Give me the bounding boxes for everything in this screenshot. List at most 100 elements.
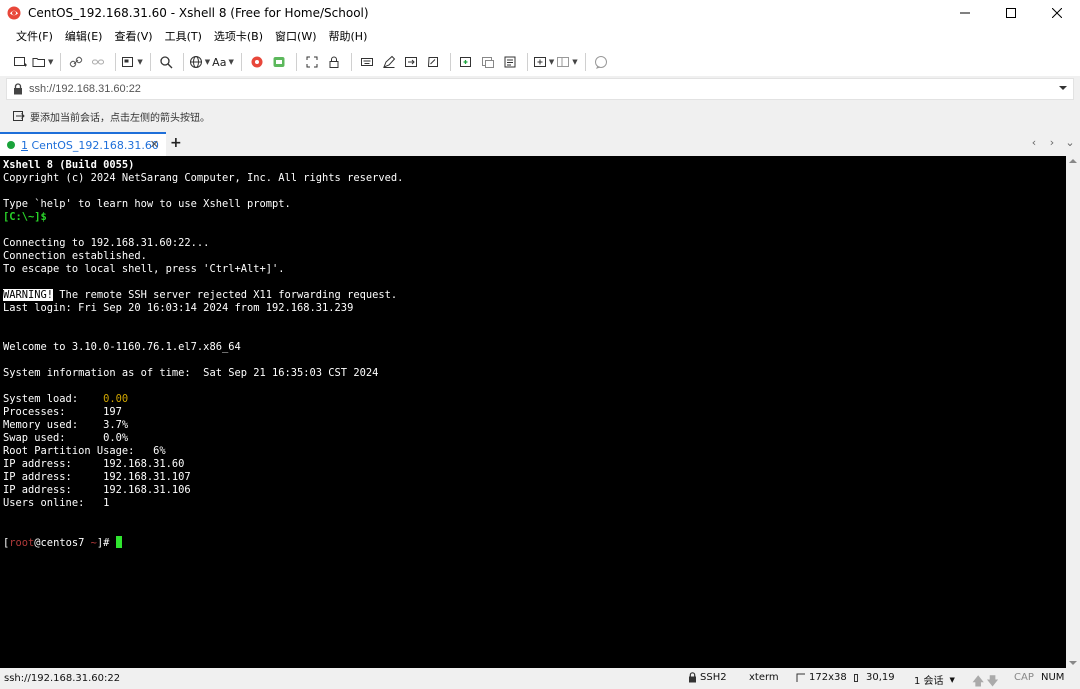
fullscreen-button[interactable] bbox=[302, 51, 322, 73]
menu-edit[interactable]: 编辑(E) bbox=[59, 26, 109, 48]
xftp-button[interactable] bbox=[269, 51, 289, 73]
transfer-button[interactable] bbox=[401, 51, 421, 73]
compose-button[interactable] bbox=[379, 51, 399, 73]
toolbar-separator bbox=[449, 53, 451, 71]
menu-window[interactable]: 窗口(W) bbox=[269, 26, 322, 48]
tab-index: 1 bbox=[21, 138, 28, 152]
add-folder-button[interactable]: ▼ bbox=[533, 51, 554, 73]
tab-list-dropdown-icon[interactable]: ⌄ bbox=[1064, 136, 1076, 149]
hint-text: 要添加当前会话，点击左侧的箭头按钮。 bbox=[30, 112, 210, 124]
folder-icon bbox=[32, 58, 45, 67]
connect-button[interactable] bbox=[66, 51, 86, 73]
script-button[interactable] bbox=[423, 51, 443, 73]
tab-label: 1 CentOS_192.168.31.60 bbox=[21, 139, 159, 152]
font-label: Aa bbox=[212, 55, 227, 69]
local-prompt: [C:\~]$ bbox=[3, 211, 47, 223]
keyboard-button[interactable] bbox=[357, 51, 377, 73]
connected-status-icon bbox=[7, 141, 15, 149]
script-icon bbox=[427, 57, 438, 67]
transfer-icon bbox=[404, 57, 417, 67]
log-button[interactable] bbox=[500, 51, 520, 73]
resize-icon bbox=[796, 673, 805, 682]
status-size-item: 172x38 bbox=[796, 672, 847, 683]
system-load-label: System load: bbox=[3, 393, 104, 405]
menu-tools[interactable]: 工具(T) bbox=[159, 26, 208, 48]
terminal-line: Memory used: 3.7% bbox=[3, 419, 129, 431]
find-button[interactable] bbox=[156, 51, 176, 73]
add-session-arrow-icon[interactable] bbox=[12, 109, 26, 123]
chat-icon bbox=[594, 56, 607, 69]
terminal-scrollbar[interactable] bbox=[1066, 156, 1080, 668]
help-button[interactable] bbox=[591, 51, 611, 73]
scroll-down-icon[interactable] bbox=[1069, 660, 1077, 666]
download-arrow-icon[interactable]: 🡇 bbox=[986, 672, 998, 689]
layout-button[interactable]: ▼ bbox=[556, 51, 578, 73]
terminal-output[interactable]: Xshell 8 (Build 0055) Copyright (c) 2024 … bbox=[0, 156, 1066, 668]
status-sessions-item: 1 会话 ▼ bbox=[914, 672, 955, 688]
status-connection: ssh://192.168.31.60:22 bbox=[4, 673, 121, 684]
terminal-line: Root Partition Usage: 6% bbox=[3, 445, 166, 457]
status-protocol-item: SSH2 bbox=[688, 672, 727, 683]
log-icon bbox=[504, 56, 516, 68]
toolbar: ▼ ▼ ▼ Aa ▼ ▼ ▼ bbox=[0, 48, 1080, 76]
tab-scroll-left-icon[interactable]: ‹ bbox=[1028, 136, 1040, 149]
tab-title: CentOS_192.168.31.60 bbox=[31, 138, 159, 152]
status-num-item: NUM bbox=[1041, 672, 1064, 683]
status-num: NUM bbox=[1041, 672, 1065, 683]
status-sessions: 1 会话 bbox=[914, 676, 944, 687]
prompt-host: @centos7 bbox=[34, 537, 91, 549]
terminal-line: IP address: 192.168.31.107 bbox=[3, 471, 191, 483]
status-cursor-pos: 30,19 bbox=[866, 672, 895, 683]
add-icon bbox=[533, 57, 546, 67]
toolbar-separator bbox=[584, 53, 586, 71]
encoding-button[interactable]: ▼ bbox=[189, 51, 210, 73]
font-button[interactable]: Aa ▼ bbox=[212, 51, 234, 73]
tab-centos-session[interactable]: 1 CentOS_192.168.31.60 ✕ bbox=[0, 132, 166, 156]
close-window-button[interactable] bbox=[1034, 0, 1080, 26]
duplicate-tab-button[interactable] bbox=[478, 51, 498, 73]
maximize-button[interactable] bbox=[988, 0, 1034, 26]
link-icon bbox=[70, 56, 83, 68]
chevron-down-icon[interactable] bbox=[1059, 85, 1067, 91]
dropdown-caret-icon: ▼ bbox=[137, 58, 143, 66]
add-tab-button[interactable]: + bbox=[170, 135, 182, 151]
sessions-dropdown-icon[interactable]: ▼ bbox=[950, 676, 955, 684]
menu-file[interactable]: 文件(F) bbox=[10, 26, 59, 48]
new-session-button[interactable] bbox=[10, 51, 30, 73]
open-session-button[interactable]: ▼ bbox=[32, 51, 53, 73]
status-caps-item: CAP bbox=[1014, 672, 1034, 683]
layout-icon bbox=[557, 57, 570, 67]
xftp-logo-icon bbox=[273, 57, 285, 67]
new-tab-button[interactable] bbox=[456, 51, 476, 73]
menu-tabs[interactable]: 选项卡(B) bbox=[208, 26, 269, 48]
lock-button[interactable] bbox=[324, 51, 344, 73]
scroll-up-icon[interactable] bbox=[1069, 158, 1077, 164]
menu-view[interactable]: 查看(V) bbox=[108, 26, 158, 48]
status-bar: ssh://192.168.31.60:22 SSH2 xterm 172x38… bbox=[0, 668, 1080, 689]
address-bar bbox=[6, 78, 1074, 100]
upload-arrow-icon[interactable]: 🡅 bbox=[972, 672, 984, 689]
dropdown-caret-icon: ▼ bbox=[228, 58, 234, 66]
tab-close-icon[interactable]: ✕ bbox=[150, 138, 159, 151]
terminal-line: Last login: Fri Sep 20 16:03:14 2024 fro… bbox=[3, 302, 354, 314]
warning-badge: WARNING! bbox=[3, 289, 54, 301]
dropdown-caret-icon: ▼ bbox=[48, 58, 54, 66]
terminal-line: To escape to local shell, press 'Ctrl+Al… bbox=[3, 263, 285, 275]
address-input[interactable] bbox=[29, 79, 1029, 99]
terminal-line: Copyright (c) 2024 NetSarang Computer, I… bbox=[3, 172, 404, 184]
xshell-logo-icon bbox=[7, 6, 21, 20]
reconnect-button[interactable]: ▼ bbox=[121, 51, 143, 73]
terminal-line: System information as of time: Sat Sep 2… bbox=[3, 367, 379, 379]
toolbar-separator bbox=[115, 53, 117, 71]
menu-help[interactable]: 帮助(H) bbox=[323, 26, 374, 48]
xshell-button[interactable] bbox=[247, 51, 267, 73]
disconnect-button[interactable] bbox=[88, 51, 108, 73]
minimize-button[interactable] bbox=[942, 0, 988, 26]
tab-scroll-right-icon[interactable]: › bbox=[1046, 136, 1058, 149]
